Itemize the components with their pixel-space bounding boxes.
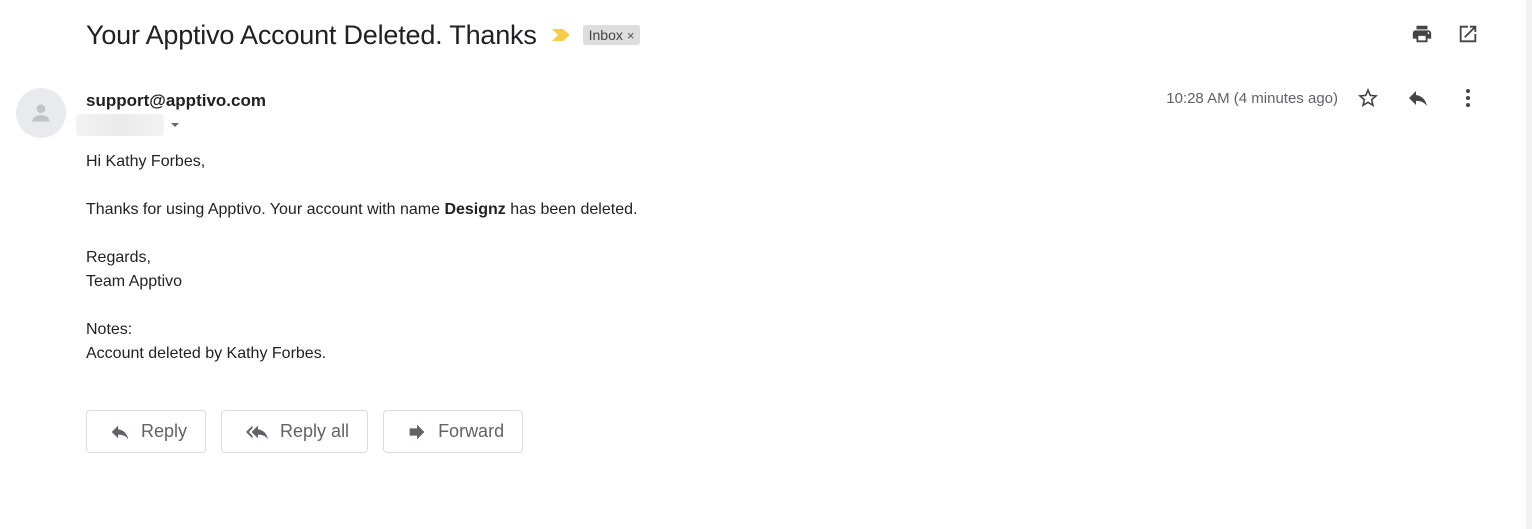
regards-line: Regards,: [86, 249, 151, 266]
reply-all-button[interactable]: Reply all: [221, 410, 369, 453]
reply-icon: [1409, 91, 1427, 106]
star-icon: [1358, 88, 1378, 107]
account-name: Designz: [444, 201, 506, 218]
inbox-label-chip: Inbox ×: [582, 25, 641, 45]
reply-button-label: Reply: [141, 421, 188, 441]
notes-text: Account deleted by Kathy Forbes.: [86, 345, 327, 362]
print-button[interactable]: [1410, 22, 1434, 46]
forward-button[interactable]: Forward: [383, 410, 524, 453]
top-toolbar: [1410, 22, 1480, 46]
recipient-row[interactable]: [76, 114, 182, 136]
recipient-redacted: [76, 114, 164, 136]
reply-icon: [111, 425, 129, 439]
message-text-suffix: has been deleted.: [505, 201, 638, 218]
scrollbar-track[interactable]: [1526, 0, 1532, 529]
importance-marker-icon[interactable]: [551, 27, 571, 43]
person-icon: [32, 104, 50, 122]
subject-row: Your Apptivo Account Deleted. Thanks Inb…: [86, 16, 641, 54]
team-signature: Team Apptivo: [86, 273, 183, 290]
print-icon: [1412, 25, 1432, 43]
open-in-new-window-icon: [1459, 25, 1477, 43]
more-options-button[interactable]: [1456, 86, 1480, 110]
chevron-down-icon[interactable]: [168, 118, 182, 132]
sender-avatar: [16, 88, 66, 138]
more-vertical-icon: [1466, 89, 1470, 107]
inbox-label-text: Inbox: [588, 27, 623, 43]
reply-actions: Reply Reply all Forward: [86, 410, 524, 453]
notes-label: Notes:: [86, 321, 133, 338]
greeting-line: Hi Kathy Forbes,: [86, 153, 206, 170]
message-meta: 10:28 AM (4 minutes ago): [1166, 86, 1480, 110]
message-body: Hi Kathy Forbes, Thanks for using Apptiv…: [86, 150, 637, 366]
remove-label-button[interactable]: ×: [627, 28, 635, 43]
sender-address[interactable]: support@apptivo.com: [86, 91, 266, 111]
email-subject: Your Apptivo Account Deleted. Thanks: [86, 19, 537, 50]
open-new-window-button[interactable]: [1456, 22, 1480, 46]
star-button[interactable]: [1356, 86, 1380, 110]
reply-button[interactable]: Reply: [86, 410, 207, 453]
message-line: Thanks for using Apptivo. Your account w…: [86, 198, 637, 222]
reply-icon-button[interactable]: [1406, 86, 1430, 110]
message-text-prefix: Thanks for using Apptivo. Your account w…: [86, 201, 445, 218]
message-timestamp: 10:28 AM (4 minutes ago): [1166, 89, 1338, 107]
reply-all-icon: [246, 425, 269, 439]
forward-icon: [409, 424, 425, 439]
forward-button-label: Forward: [438, 421, 505, 441]
reply-all-button-label: Reply all: [280, 421, 350, 441]
